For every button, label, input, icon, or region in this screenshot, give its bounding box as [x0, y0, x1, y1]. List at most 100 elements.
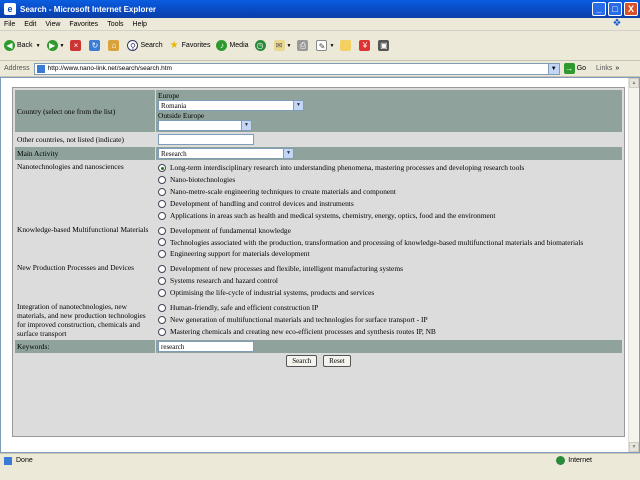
research-button[interactable]: ¥ [359, 40, 372, 51]
menu-view[interactable]: View [45, 21, 60, 28]
refresh-button[interactable]: ↻ [89, 40, 102, 51]
chevron-down-icon: ▼ [286, 42, 292, 49]
back-button[interactable]: ◀ Back ▼ [4, 40, 41, 51]
links-button[interactable]: Links [596, 65, 612, 72]
forward-button[interactable]: ▶ ▼ [46, 40, 65, 51]
home-icon: ⌂ [108, 40, 120, 51]
europe-select[interactable]: Romania ▼ [158, 100, 304, 111]
search-icon: ⚲ [127, 40, 139, 51]
reset-button[interactable]: Reset [323, 355, 351, 367]
menu-bar: File Edit View Favorites Tools Help ❖ [0, 18, 640, 31]
research-icon: ¥ [359, 40, 371, 51]
outside-europe-select[interactable]: ▼ [158, 120, 252, 131]
keywords-input[interactable]: research [158, 341, 254, 352]
search-submit-button[interactable]: Search [286, 355, 318, 367]
windows-logo-icon: ❖ [612, 18, 622, 29]
nano-option-1[interactable]: Long-term interdisciplinary research int… [158, 162, 620, 174]
outside-europe-label: Outside Europe [158, 111, 205, 120]
history-button[interactable]: ◷ [254, 40, 268, 51]
radio[interactable] [158, 277, 166, 285]
radio[interactable] [158, 238, 166, 246]
production-option-1[interactable]: Development of new processes and flexibl… [158, 263, 620, 275]
maximize-button[interactable]: □ [608, 2, 622, 16]
menu-favorites[interactable]: Favorites [69, 21, 98, 28]
folder-icon [340, 40, 352, 51]
edit-button[interactable]: ✎ ▼ [316, 40, 334, 51]
knowledge-option-3[interactable]: Engineering support for materials develo… [158, 248, 620, 260]
radio[interactable] [158, 200, 166, 208]
scroll-up-icon[interactable]: ▲ [629, 78, 639, 88]
close-button[interactable]: X [624, 2, 638, 16]
address-label: Address [4, 65, 30, 72]
chevron-down-icon: ▼ [59, 42, 65, 49]
main-activity-select[interactable]: Research ▼ [158, 148, 294, 159]
bottom-strip [0, 467, 640, 480]
mail-button[interactable]: ✉ ▼ [273, 40, 292, 51]
chevron-right-icon[interactable]: » [615, 65, 619, 72]
production-option-3[interactable]: Optimising the life-cycle of industrial … [158, 287, 620, 299]
messenger-button[interactable]: ▣ [378, 40, 391, 51]
integration-label: Integration of nanotechnologies, new mat… [15, 301, 155, 339]
radio[interactable] [158, 328, 166, 336]
page-done-icon [4, 456, 12, 465]
star-icon: ★ [169, 40, 179, 51]
knowledge-option-1[interactable]: Development of fundamental knowledge [158, 225, 620, 237]
status-text: Done [16, 457, 33, 464]
europe-label: Europe [158, 91, 180, 100]
radio[interactable] [158, 316, 166, 324]
minimize-button[interactable]: _ [592, 2, 606, 16]
radio[interactable] [158, 250, 166, 258]
menu-file[interactable]: File [4, 21, 15, 28]
toolbar: ◀ Back ▼ ▶ ▼ × ↻ ⌂ ⚲ Search ★ Favorites … [0, 31, 640, 61]
media-button[interactable]: ♪ Media [216, 40, 249, 51]
go-button[interactable]: → Go [563, 63, 586, 74]
nano-option-2[interactable]: Nano-biotechnologies [158, 174, 620, 186]
favorites-button[interactable]: ★ Favorites [169, 40, 211, 51]
scroll-down-icon[interactable]: ▼ [629, 442, 639, 452]
radio-checked[interactable] [158, 164, 166, 172]
nano-option-5[interactable]: Applications in areas such as health and… [158, 210, 620, 222]
production-option-2[interactable]: Systems research and hazard control [158, 275, 620, 287]
knowledge-option-2[interactable]: Technologies associated with the product… [16, 237, 620, 248]
media-icon: ♪ [216, 40, 228, 51]
security-zone: Internet [556, 456, 592, 465]
globe-icon [556, 456, 566, 465]
discuss-button[interactable] [340, 40, 353, 51]
edit-icon: ✎ [316, 40, 328, 51]
print-icon: ⎙ [297, 40, 309, 51]
radio[interactable] [158, 289, 166, 297]
address-input[interactable]: http://www.nano-link.net/search/search.h… [33, 62, 560, 75]
nano-option-4[interactable]: Development of handling and control devi… [158, 198, 620, 210]
search-button[interactable]: ⚲ Search [127, 40, 163, 51]
other-countries-label: Other countries, not listed (indicate) [15, 133, 155, 146]
radio[interactable] [158, 304, 166, 312]
menu-tools[interactable]: Tools [107, 21, 123, 28]
home-button[interactable]: ⌂ [108, 40, 121, 51]
menu-help[interactable]: Help [133, 21, 147, 28]
chevron-down-icon: ▼ [329, 42, 335, 49]
nano-label: Nanotechnologies and nanosciences [15, 161, 155, 223]
back-arrow-icon: ◀ [4, 40, 15, 51]
nano-option-3[interactable]: Nano-metre-scale engineering techniques … [158, 186, 620, 198]
go-arrow-icon: → [563, 63, 575, 74]
stop-button[interactable]: × [70, 40, 83, 51]
radio[interactable] [158, 227, 166, 235]
radio[interactable] [158, 265, 166, 273]
main-activity-label: Main Activity [15, 147, 155, 160]
mail-icon: ✉ [273, 40, 285, 51]
radio[interactable] [158, 188, 166, 196]
chevron-down-icon: ▼ [293, 101, 303, 110]
other-countries-input[interactable] [158, 134, 254, 145]
address-dropdown-icon[interactable]: ▼ [547, 63, 559, 74]
radio[interactable] [158, 176, 166, 184]
print-button[interactable]: ⎙ [297, 40, 310, 51]
vertical-scrollbar[interactable]: ▲ ▼ [628, 78, 639, 452]
window-title: Search - Microsoft Internet Explorer [20, 4, 157, 14]
menu-edit[interactable]: Edit [24, 21, 36, 28]
history-icon: ◷ [254, 40, 266, 51]
integration-option-2[interactable]: New generation of multifunctional materi… [158, 314, 620, 326]
integration-option-3[interactable]: Mastering chemicals and creating new eco… [158, 326, 620, 338]
page-icon [36, 64, 45, 73]
integration-option-1[interactable]: Human-friendly, safe and efficient const… [158, 302, 620, 314]
radio[interactable] [158, 212, 166, 220]
